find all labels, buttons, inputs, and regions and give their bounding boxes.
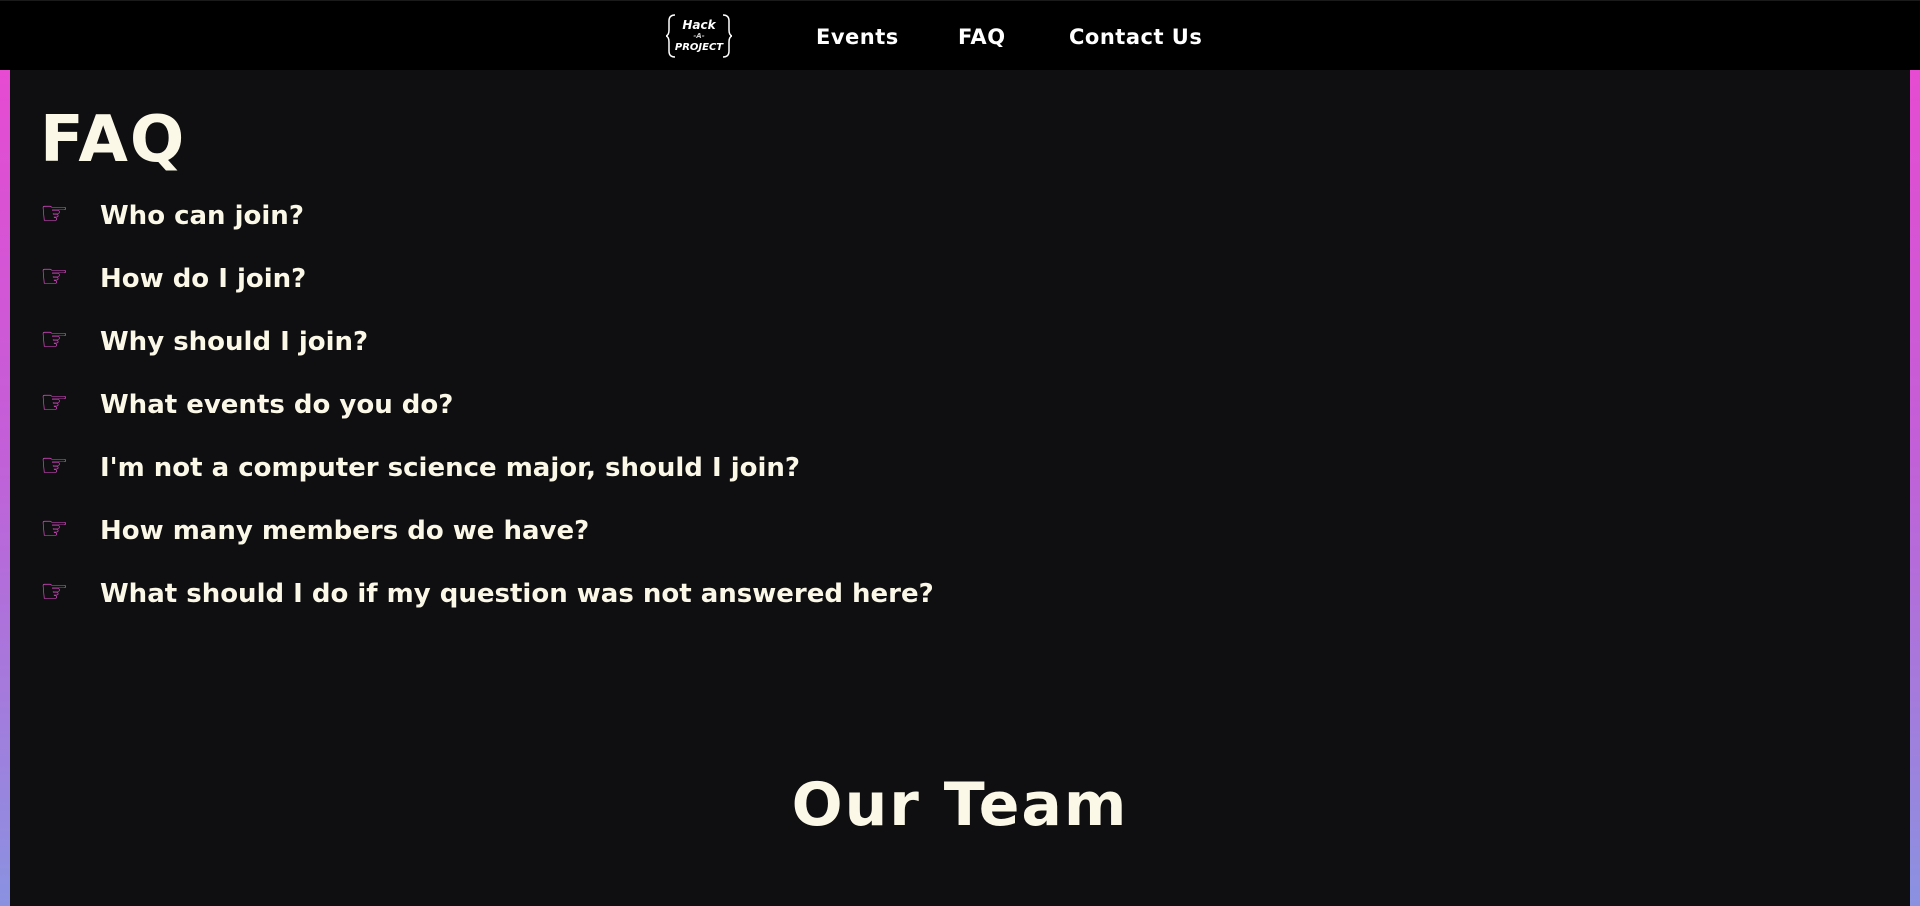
faq-heading: FAQ xyxy=(40,103,187,177)
pointing-hand-icon: ☞ xyxy=(40,320,69,358)
page: Hack -A- PROJECT Events FAQ Contact Us F… xyxy=(0,0,1920,906)
faq-item[interactable]: ☞ How do I join? xyxy=(40,259,934,322)
faq-item[interactable]: ☞ What events do you do? xyxy=(40,385,934,448)
logo-text-project: PROJECT xyxy=(674,42,724,53)
logo-text-hack: Hack xyxy=(682,18,716,32)
faq-item[interactable]: ☞ I'm not a computer science major, shou… xyxy=(40,448,934,511)
nav-link-faq[interactable]: FAQ xyxy=(958,25,1006,49)
faq-item[interactable]: ☞ How many members do we have? xyxy=(40,511,934,574)
faq-list: ☞ Who can join? ☞ How do I join? ☞ Why s… xyxy=(40,196,934,637)
faq-question[interactable]: Who can join? xyxy=(100,196,304,236)
hack-a-project-logo[interactable]: Hack -A- PROJECT xyxy=(666,11,732,61)
faq-question[interactable]: Why should I join? xyxy=(100,322,368,362)
faq-question[interactable]: What should I do if my question was not … xyxy=(100,574,934,614)
faq-item[interactable]: ☞ What should I do if my question was no… xyxy=(40,574,934,637)
team-heading: Our Team xyxy=(791,770,1129,840)
faq-question[interactable]: How many members do we have? xyxy=(100,511,589,551)
pointing-hand-icon: ☞ xyxy=(40,446,69,484)
faq-question[interactable]: How do I join? xyxy=(100,259,306,299)
faq-item[interactable]: ☞ Why should I join? xyxy=(40,322,934,385)
faq-item[interactable]: ☞ Who can join? xyxy=(40,196,934,259)
pointing-hand-icon: ☞ xyxy=(40,509,69,547)
nav-link-contact-us[interactable]: Contact Us xyxy=(1069,25,1202,49)
pointing-hand-icon: ☞ xyxy=(40,383,69,421)
top-navbar: Hack -A- PROJECT Events FAQ Contact Us xyxy=(0,0,1920,70)
pointing-hand-icon: ☞ xyxy=(40,194,69,232)
nav-link-events[interactable]: Events xyxy=(816,25,899,49)
pointing-hand-icon: ☞ xyxy=(40,257,69,295)
faq-question[interactable]: I'm not a computer science major, should… xyxy=(100,448,800,488)
logo-text-a: -A- xyxy=(693,32,705,40)
pointing-hand-icon: ☞ xyxy=(40,572,69,610)
faq-question[interactable]: What events do you do? xyxy=(100,385,453,425)
